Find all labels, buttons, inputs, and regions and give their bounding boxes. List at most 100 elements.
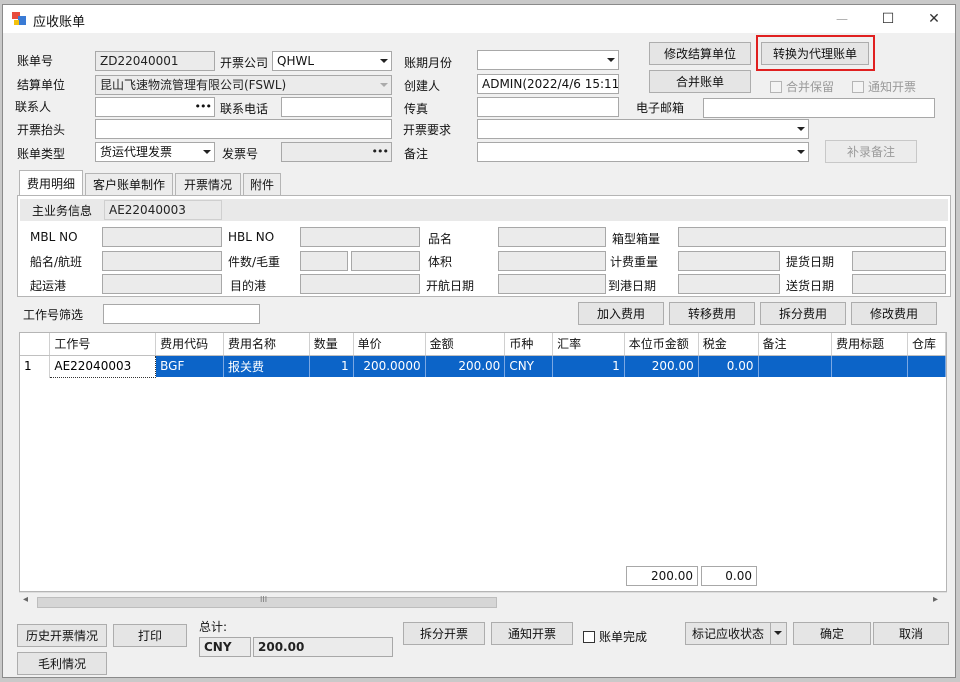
main-biz-label: 主业务信息 <box>32 204 93 218</box>
cell-fee-title[interactable] <box>831 355 908 377</box>
invoice-no-field[interactable]: ••• <box>281 142 392 162</box>
column-header[interactable]: 费用名称 <box>223 333 310 356</box>
column-header[interactable]: 单价 <box>353 333 426 356</box>
gross-profit-button[interactable]: 毛利情况 <box>17 652 107 675</box>
cell-fee-code[interactable]: BGF <box>155 355 225 377</box>
volume-field[interactable] <box>498 251 606 271</box>
mark-status-label: 标记应收状态 <box>692 627 765 641</box>
column-header[interactable]: 数量 <box>309 333 354 356</box>
creator-field[interactable]: ADMIN(2022/4/6 15:11: <box>477 74 619 94</box>
cell-quantity[interactable]: 1 <box>309 355 354 377</box>
horizontal-scrollbar[interactable]: ◂ III ▸ <box>19 592 947 610</box>
scroll-left-icon[interactable]: ◂ <box>23 594 28 605</box>
notify-invoice-checkbox[interactable]: 通知开票 <box>852 78 916 95</box>
notify-invoice-button[interactable]: 通知开票 <box>491 622 573 645</box>
tab-invoice-status[interactable]: 开票情况 <box>175 173 241 195</box>
deliver-field[interactable] <box>852 274 946 294</box>
column-header[interactable]: 税金 <box>698 333 759 356</box>
cell-base-amount[interactable]: 200.00 <box>624 355 699 377</box>
print-button[interactable]: 打印 <box>113 624 187 647</box>
tab-customer-bill[interactable]: 客户账单制作 <box>85 173 173 195</box>
column-header[interactable]: 备注 <box>758 333 833 356</box>
column-header[interactable]: 仓库 <box>907 333 947 356</box>
dest-field[interactable] <box>300 274 420 294</box>
scroll-thumb[interactable]: III <box>37 595 497 608</box>
email-field[interactable] <box>703 98 935 118</box>
invoice-no-label: 发票号 <box>222 147 259 161</box>
close-button[interactable]: ✕ <box>911 5 957 33</box>
goods-label: 品名 <box>428 232 453 246</box>
confirm-button[interactable]: 确定 <box>793 622 871 645</box>
origin-field[interactable] <box>102 274 222 294</box>
hbl-field[interactable] <box>300 227 420 247</box>
contact-field[interactable]: ••• <box>95 97 215 117</box>
sail-field[interactable] <box>498 274 606 294</box>
total-label: 总计: <box>199 620 228 634</box>
cell-unit-price[interactable]: 200.0000 <box>353 355 426 377</box>
main-biz-field[interactable]: AE22040003 <box>104 200 222 220</box>
bill-complete-checkbox[interactable]: 账单完成 <box>583 628 647 645</box>
cell-currency[interactable]: CNY <box>504 355 554 377</box>
mbl-field[interactable] <box>102 227 222 247</box>
column-header[interactable]: 金额 <box>425 333 506 356</box>
cell-remark[interactable] <box>758 355 833 377</box>
vessel-field[interactable] <box>102 251 222 271</box>
cell-tax[interactable]: 0.00 <box>698 355 759 377</box>
bill-type-select[interactable]: 货运代理发票 <box>95 142 215 162</box>
period-select[interactable] <box>477 50 619 70</box>
cell-amount[interactable]: 200.00 <box>425 355 506 377</box>
minimize-button[interactable]: — <box>819 5 865 33</box>
box-field[interactable] <box>678 227 946 247</box>
column-header[interactable]: 本位币金额 <box>624 333 699 356</box>
bill-no-field[interactable]: ZD22040001 <box>95 51 215 71</box>
mark-status-button[interactable]: 标记应收状态 <box>685 622 787 645</box>
table-row[interactable]: 1 AE22040003 BGF 报关费 1 200.0000 200.00 C… <box>20 354 947 378</box>
tab-attachment[interactable]: 附件 <box>243 173 281 195</box>
charge-weight-field[interactable] <box>678 251 780 271</box>
maximize-button[interactable]: ☐ <box>865 5 911 33</box>
split-invoice-button[interactable]: 拆分开票 <box>403 622 485 645</box>
column-header[interactable]: 工作号 <box>49 333 157 356</box>
column-header[interactable]: 汇率 <box>552 333 625 356</box>
pieces-field[interactable] <box>300 251 348 271</box>
invoice-title-field[interactable] <box>95 119 392 139</box>
split-fee-button[interactable]: 拆分费用 <box>760 302 846 325</box>
supplement-remark-button[interactable]: 补录备注 <box>825 140 917 163</box>
invoice-company-select[interactable]: QHWL <box>272 51 392 71</box>
remark-select[interactable] <box>477 142 809 162</box>
fee-grid[interactable]: 工作号 费用代码 费用名称 数量 单价 金额 币种 汇率 本位币金额 税金 备注… <box>19 332 947 592</box>
weight-field[interactable] <box>351 251 420 271</box>
merge-bill-button[interactable]: 合并账单 <box>649 70 751 93</box>
merge-keep-checkbox[interactable]: 合并保留 <box>770 78 834 95</box>
goods-field[interactable] <box>498 227 606 247</box>
hbl-label: HBL NO <box>228 230 275 244</box>
cancel-button[interactable]: 取消 <box>873 622 949 645</box>
column-header[interactable]: 费用代码 <box>155 333 225 356</box>
split-dropdown[interactable] <box>770 623 786 644</box>
cell-rate[interactable]: 1 <box>552 355 625 377</box>
column-header[interactable] <box>20 333 51 356</box>
column-header[interactable]: 费用标题 <box>831 333 908 356</box>
receivable-bill-window: 应收账单 — ☐ ✕ 账单号 ZD22040001 开票公司 QHWL 账期月份… <box>2 4 956 678</box>
mbl-label: MBL NO <box>30 230 78 244</box>
history-invoice-button[interactable]: 历史开票情况 <box>17 624 107 647</box>
fax-field[interactable] <box>477 97 619 117</box>
cell-warehouse[interactable] <box>907 355 947 377</box>
modify-fee-button[interactable]: 修改费用 <box>851 302 937 325</box>
ellipsis-icon[interactable]: ••• <box>372 143 389 161</box>
phone-field[interactable] <box>281 97 392 117</box>
add-fee-button[interactable]: 加入费用 <box>578 302 664 325</box>
tab-fee-detail[interactable]: 费用明细 <box>19 170 83 196</box>
modify-settle-unit-button[interactable]: 修改结算单位 <box>649 42 751 65</box>
ellipsis-icon[interactable]: ••• <box>195 98 212 116</box>
column-header[interactable]: 币种 <box>504 333 554 356</box>
cell-job-no[interactable]: AE22040003 <box>49 354 157 378</box>
filter-input[interactable] <box>103 304 260 324</box>
transfer-fee-button[interactable]: 转移费用 <box>669 302 755 325</box>
pickup-field[interactable] <box>852 251 946 271</box>
scroll-right-icon[interactable]: ▸ <box>933 594 938 605</box>
settle-unit-field[interactable]: 昆山飞速物流管理有限公司(FSWL) <box>95 75 392 95</box>
arrive-field[interactable] <box>678 274 780 294</box>
invoice-req-select[interactable] <box>477 119 809 139</box>
cell-fee-name[interactable]: 报关费 <box>223 355 310 377</box>
